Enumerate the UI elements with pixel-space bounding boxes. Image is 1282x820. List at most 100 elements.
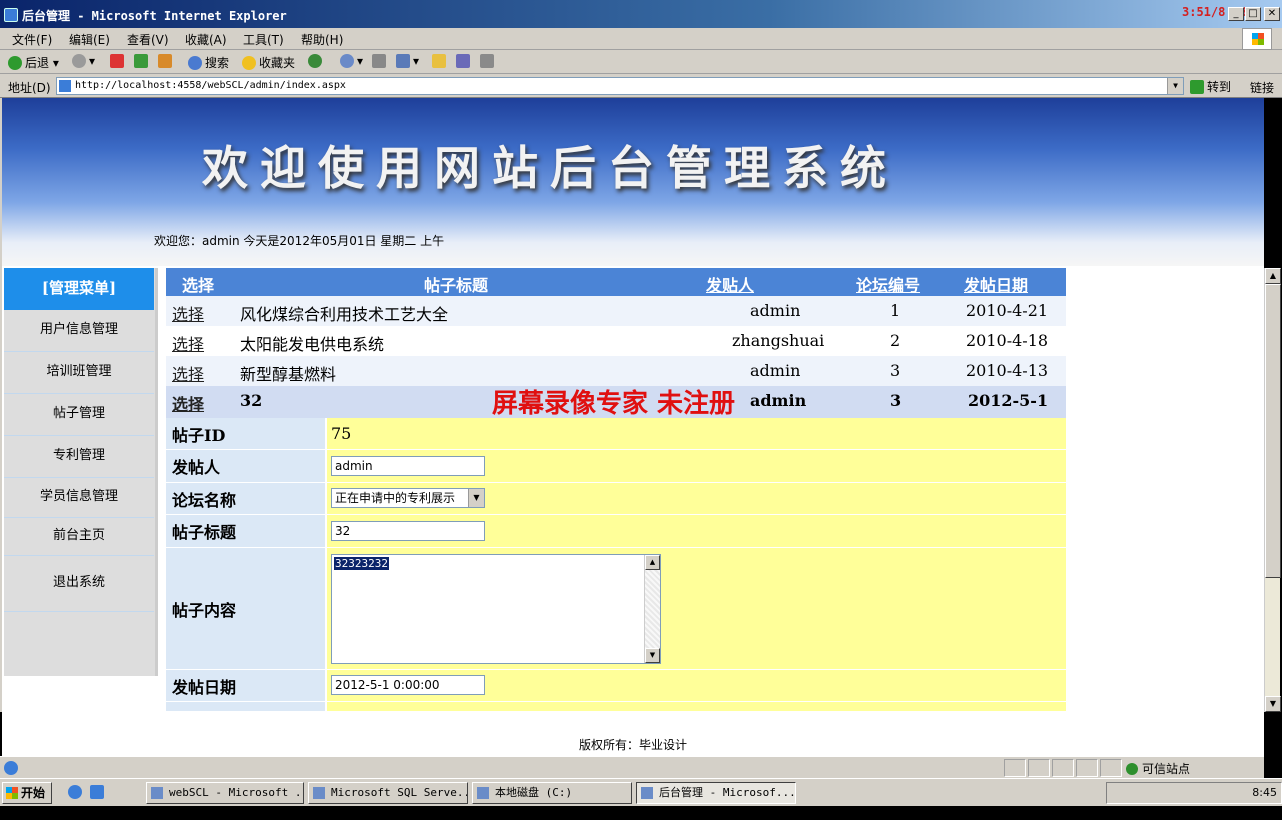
home-button[interactable]: [158, 54, 175, 68]
search-button[interactable]: 搜索: [188, 54, 229, 71]
col-forum-sort-link[interactable]: 论坛编号: [856, 272, 920, 296]
title-input[interactable]: 32: [331, 521, 485, 541]
table-row: 选择 风化煤综合利用技术工艺大全 admin 1 2010-4-21: [166, 296, 1066, 326]
desktop-quicklaunch-icon[interactable]: [90, 785, 104, 799]
history-button[interactable]: [308, 54, 325, 68]
menu-item-user-info[interactable]: 用户信息管理: [4, 310, 154, 352]
task-webscl[interactable]: webSCL - Microsoft ...: [146, 782, 304, 804]
taskbar: 开始 webSCL - Microsoft ... Microsoft SQL …: [0, 778, 1282, 806]
date-label: 发帖日期: [166, 670, 326, 701]
task-local-disk[interactable]: 本地磁盘 (C:): [472, 782, 632, 804]
maximize-button[interactable]: □: [1245, 7, 1261, 21]
tray-clock[interactable]: 8:45: [1252, 786, 1277, 799]
scroll-up-icon[interactable]: ▲: [645, 555, 660, 570]
task-sql-server[interactable]: Microsoft SQL Serve...: [308, 782, 468, 804]
scroll-down-icon[interactable]: ▼: [1265, 696, 1281, 712]
row-select-link[interactable]: 选择: [172, 361, 204, 385]
task-app-icon: [641, 787, 653, 799]
form-row-poster: 发帖人 admin: [166, 450, 1066, 483]
mail-button[interactable]: ▾: [340, 54, 363, 68]
scroll-thumb[interactable]: [1265, 284, 1281, 578]
task-admin-page[interactable]: 后台管理 - Microsof...: [636, 782, 796, 804]
research-button[interactable]: [480, 54, 497, 68]
back-arrow-icon: [8, 56, 22, 70]
go-button[interactable]: 转到: [1190, 78, 1231, 95]
form-row-forum: 论坛名称 正在申请中的专利展示 ▼: [166, 483, 1066, 515]
menu-item-students[interactable]: 学员信息管理: [4, 478, 154, 518]
menu-item-home[interactable]: 前台主页: [4, 518, 154, 556]
edit-button[interactable]: ▾: [396, 54, 419, 68]
scroll-up-icon[interactable]: ▲: [1265, 268, 1281, 284]
row-forum: 2: [890, 331, 901, 350]
date-input[interactable]: 2012-5-1 0:00:00: [331, 675, 485, 695]
content-textarea[interactable]: 32323232 ▲ ▼: [331, 554, 661, 664]
print-button[interactable]: [372, 54, 389, 68]
close-button[interactable]: ✕: [1264, 7, 1280, 21]
header-banner: 欢迎使用网站后台管理系统 欢迎您：admin 今天是2012年05月01日 星期…: [2, 98, 1264, 266]
textarea-scrollbar[interactable]: ▲ ▼: [644, 555, 660, 663]
page-status-icon: [4, 761, 18, 775]
date-cell: 2012-5-1 0:00:00: [327, 670, 1066, 701]
poster-input[interactable]: admin: [331, 456, 485, 476]
minimize-button[interactable]: _: [1228, 7, 1244, 21]
edit-icon: [396, 54, 410, 68]
row-title: 新型醇基燃料: [240, 365, 337, 384]
table-row: 选择 太阳能发电供电系统 zhangshuai 2 2010-4-18: [166, 326, 1066, 356]
row-forum: 3: [890, 361, 901, 380]
col-title: 帖子标题: [424, 276, 489, 295]
col-select: 选择: [182, 276, 215, 295]
row-forum: 3: [890, 391, 902, 410]
security-zone[interactable]: 可信站点: [1126, 760, 1190, 777]
table-row: 选择 新型醇基燃料 admin 3 2010-4-13: [166, 356, 1066, 386]
menu-view[interactable]: 查看(V): [127, 31, 169, 48]
row-title: 太阳能发电供电系统: [240, 335, 385, 354]
menu-item-patents[interactable]: 专利管理: [4, 436, 154, 478]
row-select-link[interactable]: 选择: [172, 331, 204, 355]
partial-label: [166, 702, 326, 711]
forward-button[interactable]: ▾: [72, 54, 95, 68]
history-icon: [308, 54, 322, 68]
row-poster: admin: [750, 361, 801, 380]
forum-cell: 正在申请中的专利展示 ▼: [327, 483, 1066, 514]
menu-item-logout[interactable]: 退出系统: [4, 556, 154, 612]
address-input[interactable]: http://localhost:4558/webSCL/admin/index…: [56, 77, 1184, 95]
menu-help[interactable]: 帮助(H): [301, 31, 343, 48]
stop-button[interactable]: [110, 54, 127, 68]
favorites-button[interactable]: 收藏夹: [242, 54, 295, 71]
menu-item-training[interactable]: 培训班管理: [4, 352, 154, 394]
system-tray: 8:45: [1106, 782, 1282, 804]
menu-favorites[interactable]: 收藏(A): [185, 31, 227, 48]
form-row-content: 帖子内容 32323232 ▲ ▼: [166, 548, 1066, 670]
status-bar: 可信站点: [0, 756, 1264, 778]
trusted-site-icon: [1126, 763, 1138, 775]
refresh-button[interactable]: [134, 54, 151, 68]
messenger-button[interactable]: [456, 54, 473, 68]
discuss-button[interactable]: [432, 54, 449, 68]
menu-tools[interactable]: 工具(T): [243, 31, 284, 48]
menu-item-posts[interactable]: 帖子管理: [4, 394, 154, 436]
mail-icon: [340, 54, 354, 68]
poster-cell: admin: [327, 450, 1066, 482]
window-title-bar[interactable]: 后台管理 - Microsoft Internet Explorer 3:51/…: [0, 0, 1282, 28]
go-arrow-icon: [1190, 80, 1204, 94]
back-button[interactable]: 后退 ▾: [8, 54, 59, 71]
post-id-label: 帖子ID: [166, 418, 326, 449]
grid-header: 选择 帖子标题 发贴人 论坛编号 发帖日期: [166, 268, 1066, 296]
col-date-sort-link[interactable]: 发帖日期: [964, 272, 1028, 296]
page-scrollbar[interactable]: ▲ ▼: [1264, 268, 1281, 712]
address-dropdown-button[interactable]: ▼: [1167, 78, 1183, 94]
start-button[interactable]: 开始: [2, 782, 52, 804]
content-cell: 32323232 ▲ ▼: [327, 548, 1066, 669]
search-icon: [188, 56, 202, 70]
home-icon: [158, 54, 172, 68]
col-poster-sort-link[interactable]: 发贴人: [706, 272, 754, 296]
scroll-down-icon[interactable]: ▼: [645, 648, 660, 663]
ie-quicklaunch-icon[interactable]: [68, 785, 82, 799]
menu-file[interactable]: 文件(F): [12, 31, 52, 48]
menu-edit[interactable]: 编辑(E): [69, 31, 110, 48]
links-button[interactable]: 链接: [1250, 79, 1274, 96]
task-app-icon: [313, 787, 325, 799]
row-select-link[interactable]: 选择: [172, 301, 204, 325]
row-select-link[interactable]: 选择: [172, 391, 204, 415]
forum-select[interactable]: 正在申请中的专利展示 ▼: [331, 488, 485, 508]
